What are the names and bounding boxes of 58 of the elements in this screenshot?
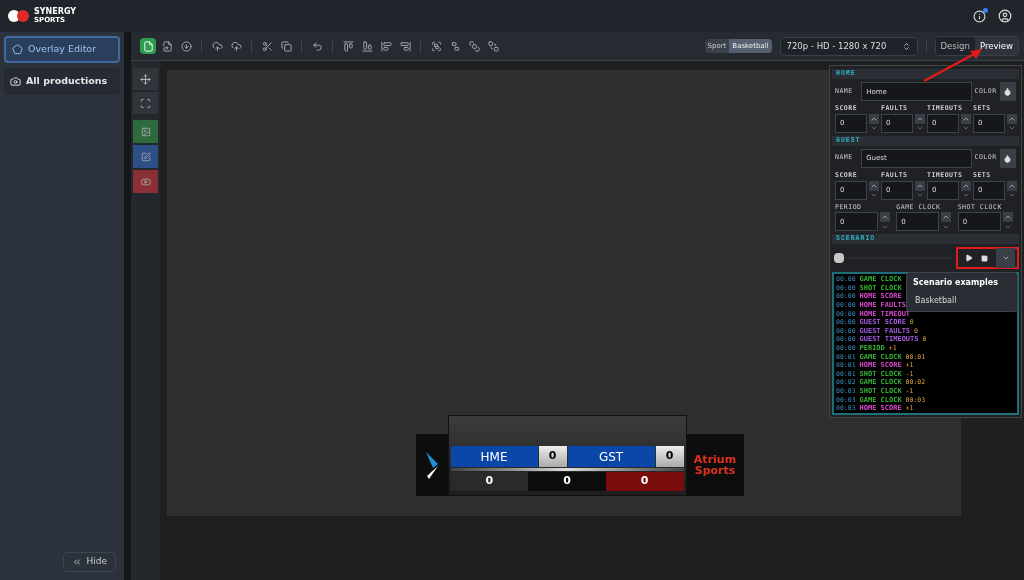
home-name: HME — [450, 446, 538, 467]
increment-button[interactable] — [1002, 212, 1013, 223]
increment-button[interactable] — [961, 113, 971, 124]
chevron-down-icon — [916, 191, 924, 199]
chevron-down-icon — [1008, 191, 1016, 199]
sponsor-logo: Atrium Sports — [686, 434, 744, 496]
chevron-down-icon — [870, 191, 878, 199]
color-picker-button[interactable] — [999, 82, 1016, 101]
guest-score: 0 — [655, 446, 684, 467]
increment-button[interactable] — [869, 180, 879, 191]
download-icon[interactable] — [178, 38, 194, 54]
chevrons-up-down-icon — [901, 41, 911, 51]
scenario-slider[interactable] — [834, 253, 952, 264]
brand-name: SYNERGY — [34, 8, 77, 16]
align-left-icon[interactable] — [378, 38, 394, 54]
camera-icon — [10, 76, 21, 87]
align-bottom-icon[interactable] — [359, 38, 375, 54]
scan-tool-icon[interactable] — [133, 92, 158, 114]
hide-button[interactable]: Hide — [63, 552, 116, 572]
play-icon[interactable] — [965, 254, 973, 263]
mode-tab[interactable]: Preview — [974, 37, 1018, 55]
stat-value: 0 — [528, 472, 606, 491]
stat-value: 0 — [450, 472, 529, 491]
mode-tab[interactable]: Design — [935, 37, 975, 55]
nav-item[interactable]: Overlay Editor — [4, 36, 120, 63]
increment-button[interactable] — [880, 212, 890, 223]
chevron-down-icon — [962, 191, 970, 199]
stop-icon[interactable] — [981, 254, 988, 262]
menu-item[interactable]: Basketball — [907, 295, 1017, 307]
menu-title: Scenario examples — [912, 277, 999, 289]
user-icon[interactable] — [998, 9, 1012, 23]
increment-button[interactable] — [915, 113, 925, 124]
copy-icon[interactable] — [278, 38, 294, 54]
guest-name: GST — [567, 446, 655, 467]
chevrons-left-icon — [72, 557, 83, 567]
increment-button[interactable] — [1007, 113, 1017, 124]
logo-icon — [8, 10, 30, 22]
bring-front-icon[interactable] — [466, 38, 482, 54]
new-file-icon[interactable] — [140, 38, 156, 54]
increment-button[interactable] — [869, 113, 879, 124]
stat-value: 0 — [605, 472, 684, 491]
droplet-icon — [1003, 87, 1013, 96]
increment-button[interactable] — [941, 212, 952, 223]
droplet-icon — [1003, 153, 1013, 163]
pentagon-icon — [12, 44, 23, 55]
increment-button[interactable] — [961, 180, 971, 191]
info-icon[interactable] — [973, 9, 986, 23]
slider-thumb[interactable] — [834, 253, 844, 264]
align-top-icon[interactable] — [340, 38, 356, 54]
resolution-select[interactable]: 720p - HD - 1280 x 720 — [779, 36, 918, 56]
send-back-icon[interactable] — [485, 38, 501, 54]
align-right-icon[interactable] — [397, 38, 413, 54]
increment-button[interactable] — [1007, 180, 1017, 191]
move-tool-icon[interactable] — [133, 68, 158, 90]
home-score: 0 — [538, 446, 567, 467]
color-picker-button[interactable] — [999, 148, 1016, 168]
nav-item[interactable]: All productions — [4, 68, 120, 95]
increment-button[interactable] — [915, 180, 925, 191]
